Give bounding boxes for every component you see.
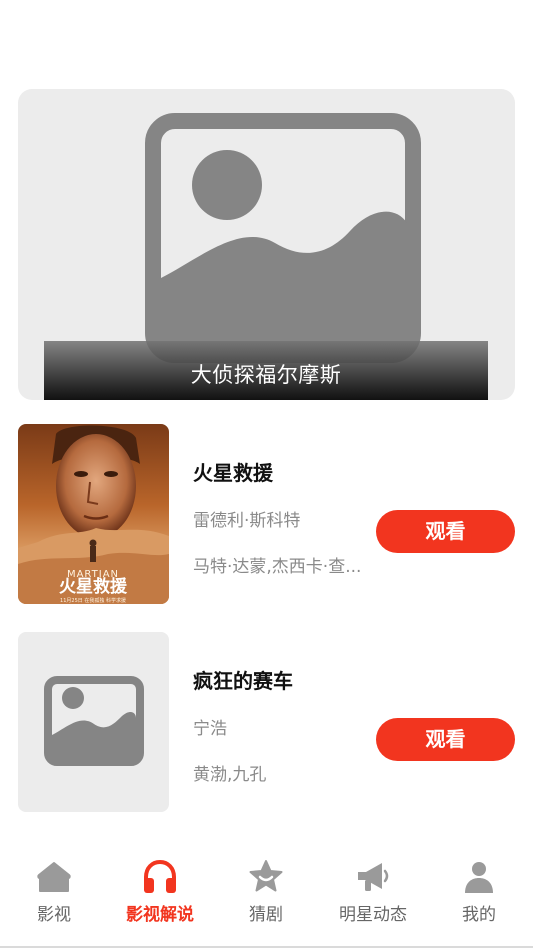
movie-card[interactable]: 疯狂的赛车 宁浩 黄渤,九孔 观看: [18, 632, 515, 812]
poster-placeholder[interactable]: [18, 632, 169, 812]
tab-celebrity-news[interactable]: 明星动态: [323, 859, 423, 931]
image-placeholder-icon: [44, 676, 144, 766]
movie-director: 雷德利·斯科特: [193, 511, 301, 531]
image-placeholder-icon: [145, 113, 421, 363]
tab-home[interactable]: 影视: [4, 859, 104, 931]
poster-image: MARTIAN 火星救援 11月25日 在我孤独 科学求援: [18, 424, 169, 604]
movie-card[interactable]: MARTIAN 火星救援 11月25日 在我孤独 科学求援 火星救援 雷德利·斯…: [18, 424, 515, 604]
watch-button[interactable]: 观看: [376, 510, 515, 553]
home-icon: [37, 862, 71, 892]
tab-label: 猜剧: [249, 905, 283, 925]
bottom-tab-bar: 影视 影视解说 猜剧 明星动态 我的: [0, 850, 533, 948]
star-badge-icon: [249, 860, 283, 892]
movie-cast: 马特·达蒙,杰西卡·查...: [193, 557, 362, 577]
tab-guess[interactable]: 猜剧: [216, 859, 316, 931]
poster-tagline: 11月25日 在我孤独 科学求援: [60, 597, 126, 604]
movie-title: 火星救援: [193, 461, 273, 485]
banner-caption: 大侦探福尔摩斯: [44, 341, 488, 400]
movie-director: 宁浩: [193, 719, 227, 739]
poster-title-cn: 火星救援: [59, 576, 128, 597]
headphones-icon: [144, 859, 176, 893]
the-martian-poster[interactable]: MARTIAN 火星救援 11月25日 在我孤独 科学求援: [18, 424, 169, 604]
movie-title: 疯狂的赛车: [193, 669, 293, 693]
tab-label: 明星动态: [339, 905, 407, 925]
watch-button[interactable]: 观看: [376, 718, 515, 761]
movie-cast: 黄渤,九孔: [193, 765, 267, 785]
featured-banner[interactable]: 大侦探福尔摩斯: [18, 89, 515, 400]
tab-label: 影视: [37, 905, 71, 925]
tab-label: 我的: [462, 905, 496, 925]
tab-commentary[interactable]: 影视解说: [110, 859, 210, 931]
banner-title: 大侦探福尔摩斯: [190, 363, 342, 387]
tab-profile[interactable]: 我的: [429, 859, 529, 931]
megaphone-icon: [358, 863, 389, 891]
tab-label: 影视解说: [126, 905, 194, 925]
user-icon: [465, 862, 493, 893]
